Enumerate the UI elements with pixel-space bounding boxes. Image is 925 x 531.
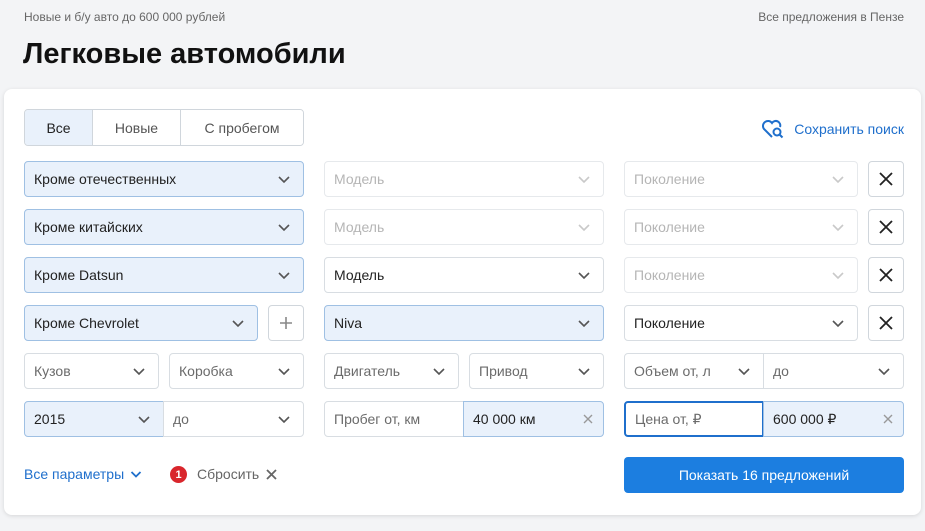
chevron-down-icon <box>433 368 445 376</box>
mileage-to-input[interactable]: 40 000 км <box>463 401 604 437</box>
engine-placeholder: Двигатель <box>334 363 401 379</box>
tab-all[interactable]: Все <box>25 110 93 145</box>
body-type-select[interactable]: Кузов <box>24 353 159 389</box>
show-offers-button[interactable]: Показать 16 предложений <box>624 457 904 493</box>
brand-select-3[interactable]: Кроме Datsun <box>24 257 304 293</box>
volume-from-placeholder: Объем от, л <box>634 363 711 379</box>
drive-select[interactable]: Привод <box>469 353 604 389</box>
drive-placeholder: Привод <box>479 363 528 379</box>
reset-count-badge: 1 <box>170 466 187 483</box>
brand-value: Кроме китайских <box>34 219 143 235</box>
generation-select-4[interactable]: Поколение <box>624 305 858 341</box>
year-to-placeholder: до <box>173 411 189 427</box>
gearbox-placeholder: Коробка <box>179 363 233 379</box>
region-link[interactable]: Все предложения в Пензе <box>758 10 904 24</box>
chevron-down-icon <box>232 320 244 328</box>
chevron-down-icon <box>832 272 844 280</box>
clear-icon[interactable] <box>583 414 593 424</box>
chevron-down-icon <box>278 416 290 424</box>
mileage-from-input[interactable]: Пробег от, км <box>324 401 464 437</box>
filter-panel: Все Новые С пробегом Сохранить поиск Кро… <box>4 89 921 515</box>
price-from-placeholder: Цена от, ₽ <box>635 410 702 427</box>
chevron-down-icon <box>133 368 145 376</box>
brand-select-2[interactable]: Кроме китайских <box>24 209 304 245</box>
tab-new[interactable]: Новые <box>93 110 181 145</box>
model-value: Niva <box>334 315 363 331</box>
reset-label: Сбросить <box>197 466 260 482</box>
add-brand-button[interactable] <box>268 305 304 341</box>
remove-row-button-2[interactable] <box>868 209 904 245</box>
body-type-placeholder: Кузов <box>34 363 71 379</box>
price-from-input[interactable]: Цена от, ₽ <box>624 401 764 437</box>
brand-select-1[interactable]: Кроме отечественных <box>24 161 304 197</box>
chevron-down-icon <box>138 416 150 424</box>
chevron-down-icon <box>278 272 290 280</box>
brand-value: Кроме Chevrolet <box>34 315 139 331</box>
chevron-down-icon <box>878 368 890 376</box>
save-search-label: Сохранить поиск <box>794 121 904 137</box>
chevron-down-icon <box>278 368 290 376</box>
chevron-down-icon <box>578 272 590 280</box>
clear-icon[interactable] <box>883 414 893 424</box>
volume-to-placeholder: до <box>773 363 789 379</box>
brand-select-4[interactable]: Кроме Chevrolet <box>24 305 258 341</box>
year-to-select[interactable]: до <box>163 401 304 437</box>
close-icon <box>879 316 893 330</box>
generation-placeholder: Поколение <box>634 219 705 235</box>
model-select-3[interactable]: Модель <box>324 257 604 293</box>
gearbox-select[interactable]: Коробка <box>169 353 304 389</box>
chevron-down-icon <box>131 471 142 478</box>
page-title: Легковые автомобили <box>23 38 346 70</box>
model-select-2[interactable]: Модель <box>324 209 604 245</box>
model-placeholder: Модель <box>334 267 385 283</box>
volume-to-select[interactable]: до <box>763 353 904 389</box>
generation-placeholder: Поколение <box>634 267 705 283</box>
model-placeholder: Модель <box>334 171 385 187</box>
year-from-select[interactable]: 2015 <box>24 401 164 437</box>
chevron-down-icon <box>832 224 844 232</box>
all-parameters-link[interactable]: Все параметры <box>24 466 142 482</box>
model-select-4[interactable]: Niva <box>324 305 604 341</box>
mileage-from-placeholder: Пробег от, км <box>334 411 421 427</box>
model-placeholder: Модель <box>334 219 385 235</box>
mileage-to-value: 40 000 км <box>473 411 536 427</box>
chevron-down-icon <box>578 224 590 232</box>
close-icon <box>879 268 893 282</box>
plus-icon <box>280 317 292 329</box>
volume-from-select[interactable]: Объем от, л <box>624 353 764 389</box>
breadcrumb: Новые и б/у авто до 600 000 рублей <box>24 10 226 24</box>
chevron-down-icon <box>832 320 844 328</box>
year-from-value: 2015 <box>34 411 66 427</box>
chevron-down-icon <box>578 368 590 376</box>
tab-used[interactable]: С пробегом <box>181 110 303 145</box>
brand-value: Кроме Datsun <box>34 267 124 283</box>
chevron-down-icon <box>832 176 844 184</box>
chevron-down-icon <box>278 176 290 184</box>
generation-select-3[interactable]: Поколение <box>624 257 858 293</box>
generation-placeholder: Поколение <box>634 315 705 331</box>
close-icon <box>266 468 277 480</box>
generation-select-1[interactable]: Поколение <box>624 161 858 197</box>
generation-placeholder: Поколение <box>634 171 705 187</box>
price-to-input[interactable]: 600 000 ₽ <box>763 401 904 437</box>
condition-tabs: Все Новые С пробегом <box>24 109 304 146</box>
chevron-down-icon <box>738 368 750 376</box>
remove-row-button-3[interactable] <box>868 257 904 293</box>
save-search-button[interactable]: Сохранить поиск <box>760 118 904 140</box>
all-parameters-label: Все параметры <box>24 466 125 482</box>
price-to-value: 600 000 ₽ <box>773 410 837 427</box>
reset-button[interactable]: Сбросить <box>197 466 277 482</box>
remove-row-button-1[interactable] <box>868 161 904 197</box>
chevron-down-icon <box>278 224 290 232</box>
chevron-down-icon <box>578 320 590 328</box>
model-select-1[interactable]: Модель <box>324 161 604 197</box>
engine-select[interactable]: Двигатель <box>324 353 459 389</box>
close-icon <box>879 220 893 234</box>
close-icon <box>879 172 893 186</box>
generation-select-2[interactable]: Поколение <box>624 209 858 245</box>
heart-search-icon <box>762 119 784 139</box>
chevron-down-icon <box>578 176 590 184</box>
brand-value: Кроме отечественных <box>34 171 177 187</box>
remove-row-button-4[interactable] <box>868 305 904 341</box>
